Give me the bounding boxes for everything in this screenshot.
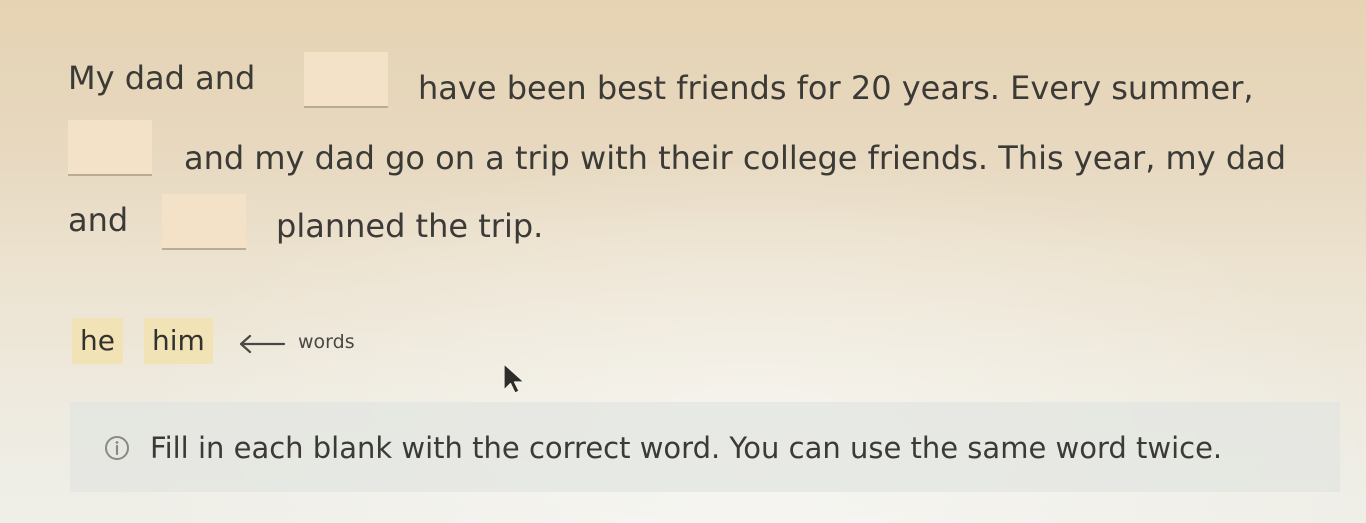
passage-line-1-end: have been best friends for 20 years. Eve… [418,69,1254,107]
left-arrow-icon [239,334,286,354]
word-chip-him[interactable]: him [144,318,213,364]
word-bank-annotation: words [298,331,355,353]
info-icon [105,436,129,460]
word-chip-he[interactable]: he [72,318,123,364]
passage-line-3-end: planned the trip. [276,207,544,245]
blank-1[interactable] [304,52,388,108]
blank-2[interactable] [68,120,152,176]
blank-3[interactable] [162,194,246,250]
passage-line-1-start: My dad and [68,59,256,97]
passage-line-2-end: and my dad go on a trip with their colle… [184,139,1287,177]
mouse-pointer-icon [503,363,525,394]
hint-text: Fill in each blank with the correct word… [150,431,1223,465]
passage-line-3-start: and [68,201,129,239]
